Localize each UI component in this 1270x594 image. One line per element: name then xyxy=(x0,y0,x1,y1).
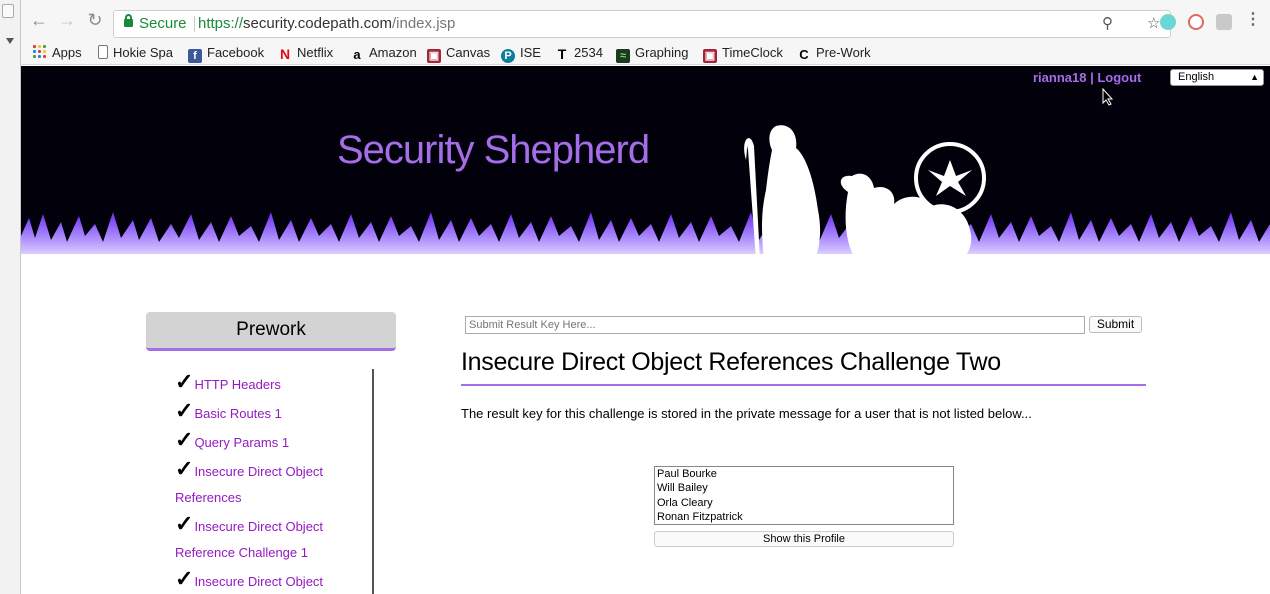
bookmark-2534[interactable]: T 2534 xyxy=(555,44,603,61)
bookmark-pre-work[interactable]: C Pre-Work xyxy=(797,44,870,62)
bookmark-facebook[interactable]: f Facebook xyxy=(188,44,264,63)
bookmark-ise[interactable]: P ISE xyxy=(501,44,541,63)
shepherd-sheep-silhouette xyxy=(744,125,986,261)
bookmark-canvas[interactable]: ▣ Canvas xyxy=(427,44,490,63)
sidebar-title[interactable]: Prework xyxy=(146,312,396,351)
bookmark-timeclock[interactable]: ▣ TimeClock xyxy=(703,44,783,63)
canvas-icon: ▣ xyxy=(427,49,441,63)
checkmark-icon: ✓ xyxy=(175,398,194,423)
omnibox-divider xyxy=(194,16,195,32)
result-key-input[interactable] xyxy=(465,316,1085,334)
purple-grass-graphic xyxy=(21,212,1270,266)
ise-icon: P xyxy=(501,49,515,63)
bookmark-graphing[interactable]: ≈ Graphing xyxy=(616,44,688,63)
reload-icon[interactable]: ↻ xyxy=(85,10,105,30)
checkmark-icon: ✓ xyxy=(175,511,194,536)
codepath-icon: C xyxy=(799,47,809,62)
site-banner: Security Shepherd rianna18 | Logout Engl… xyxy=(21,66,1270,266)
bookmark-netflix[interactable]: N Netflix xyxy=(278,44,333,61)
back-arrow-icon[interactable]: ← xyxy=(29,10,49,30)
sidebar-item[interactable]: ✓Query Params 1 xyxy=(171,427,372,456)
sidebar-item[interactable]: ✓Insecure Direct Object xyxy=(171,566,372,594)
language-select[interactable]: English ▲ ▼ xyxy=(1170,69,1264,97)
facebook-icon: f xyxy=(188,49,202,63)
checkmark-icon: ✓ xyxy=(175,369,194,394)
checkmark-icon: ✓ xyxy=(175,427,194,452)
forward-arrow-icon[interactable]: → xyxy=(57,10,77,30)
challenge-title: Insecure Direct Object References Challe… xyxy=(461,348,1146,386)
bookmark-hokie-spa[interactable]: Hokie Spa xyxy=(98,44,173,61)
browser-window: ← → ↻ Secure https://security.codepath.c… xyxy=(21,0,1270,594)
sidebar-item[interactable]: ✓Insecure Direct Object References xyxy=(171,456,372,511)
triangle-icon xyxy=(6,38,14,44)
show-profile-button[interactable]: Show this Profile xyxy=(654,531,954,547)
page-icon xyxy=(98,45,108,59)
user-listbox[interactable]: Paul Bourke Will Bailey Orla Cleary Rona… xyxy=(654,466,954,525)
address-bar[interactable]: Secure https://security.codepath.com/ind… xyxy=(113,10,1171,38)
sidebar-lesson-list: ✓HTTP Headers ✓Basic Routes 1 ✓Query Par… xyxy=(171,369,374,594)
checkmark-icon: ✓ xyxy=(175,566,194,591)
bookmark-amazon[interactable]: a Amazon xyxy=(350,44,416,62)
amazon-icon: a xyxy=(353,47,361,62)
sidebar-item[interactable]: ✓Basic Routes 1 xyxy=(171,398,372,427)
bookmark-apps[interactable]: Apps xyxy=(33,44,82,61)
select-arrows-icon: ▲ ▼ xyxy=(1250,72,1259,97)
mouse-cursor-icon xyxy=(1102,88,1114,106)
extension-gray-icon[interactable] xyxy=(1216,14,1232,30)
user-logout-links[interactable]: rianna18 | Logout xyxy=(1033,70,1141,85)
secure-label: Secure xyxy=(139,15,187,32)
background-window-edge xyxy=(0,0,21,594)
star-icon[interactable]: ☆ xyxy=(1147,11,1160,37)
user-option[interactable]: Ronan Fitzpatrick xyxy=(657,510,951,524)
apps-grid-icon xyxy=(33,45,47,59)
lock-icon xyxy=(124,14,133,27)
sidebar-item[interactable]: ✓HTTP Headers xyxy=(171,369,372,398)
menu-dots-icon[interactable]: ⋮ xyxy=(1245,12,1261,28)
window-icon xyxy=(2,4,14,18)
extension-teal-icon[interactable] xyxy=(1160,14,1176,30)
site-logo-text: Security Shepherd xyxy=(337,128,650,172)
user-option[interactable]: Paul Bourke xyxy=(657,467,951,481)
graphing-icon: ≈ xyxy=(616,49,630,63)
browser-toolbar: ← → ↻ Secure https://security.codepath.c… xyxy=(21,0,1270,40)
netflix-icon: N xyxy=(279,46,291,62)
user-option[interactable]: Orla Cleary xyxy=(657,496,951,510)
user-option[interactable]: Will Bailey xyxy=(657,481,951,495)
extension-opera-icon[interactable] xyxy=(1188,14,1204,30)
timeclock-icon: ▣ xyxy=(703,49,717,63)
web-page: Security Shepherd rianna18 | Logout Engl… xyxy=(21,66,1270,594)
checkmark-icon: ✓ xyxy=(175,456,194,481)
key-icon[interactable]: ⚲ xyxy=(1102,11,1113,37)
url-text[interactable]: https://security.codepath.com/index.jsp xyxy=(198,11,455,37)
sidebar-item[interactable]: ✓Insecure Direct Object Reference Challe… xyxy=(171,511,372,566)
challenge-description: The result key for this challenge is sto… xyxy=(461,406,1032,421)
t-icon: T xyxy=(557,46,567,62)
submit-button[interactable]: Submit xyxy=(1089,316,1142,333)
bookmarks-bar: Apps Hokie Spa f Facebook N Netflix a Amazo… xyxy=(21,40,1270,65)
